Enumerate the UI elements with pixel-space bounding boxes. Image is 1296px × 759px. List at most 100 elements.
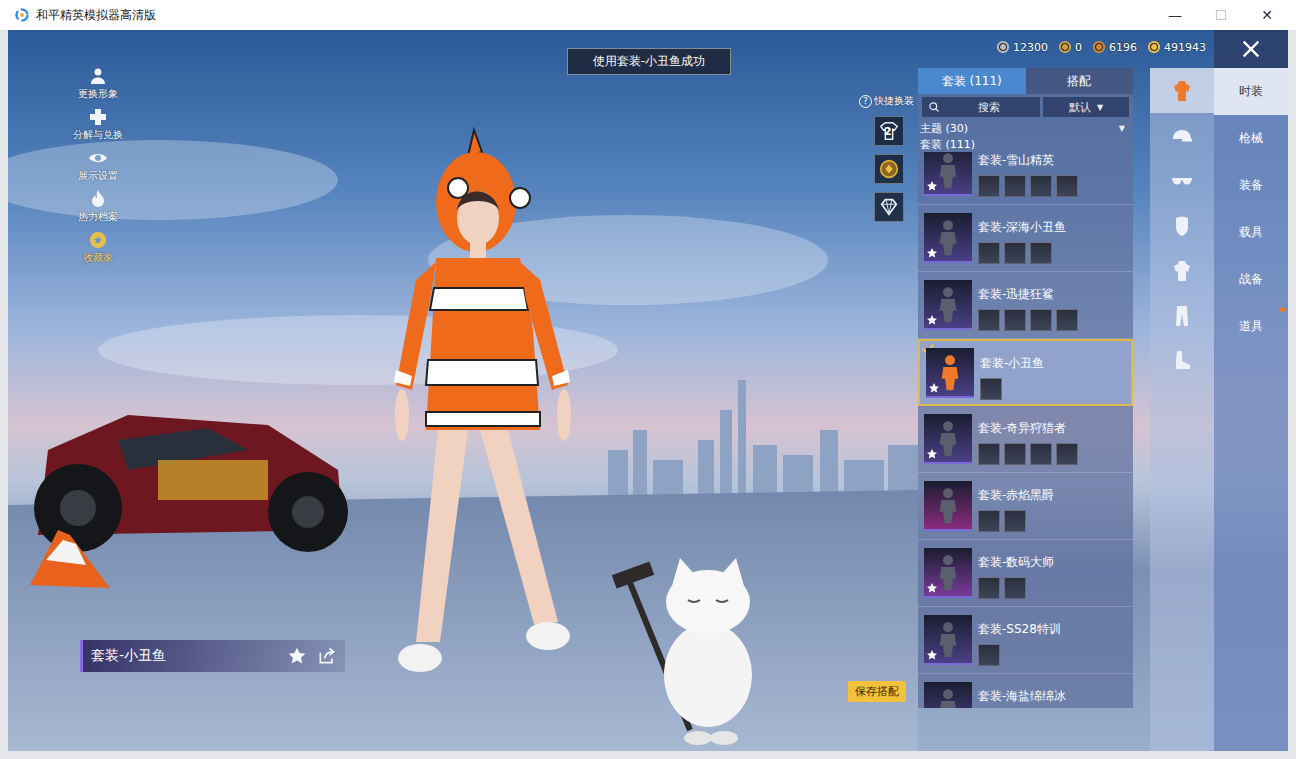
window-control-button[interactable]: ☐ (1200, 0, 1242, 30)
currency-bar: 1230006196491943 (996, 40, 1206, 54)
outfit-list-content: 套装-雪山精英套装-深海小丑鱼套装-迅捷狂鲨套装-小丑鱼套装-奇异狩猎者套装-赤… (918, 152, 1133, 708)
favorite-star-icon (928, 382, 940, 394)
piece-thumbnail (1030, 242, 1052, 264)
outfit-thumbnail (924, 682, 972, 708)
favorite-star-icon (926, 247, 938, 259)
side-menu: 更换形象分解与兑换展示设置热力档案收藏家 (64, 66, 132, 265)
help-badge[interactable]: ? (859, 95, 872, 108)
currency-item: 491943 (1147, 40, 1206, 54)
slot-number: 2 (884, 125, 892, 138)
side-menu-label: 分解与兑换 (73, 128, 123, 142)
outfit-name: 套装-迅捷狂鲨 (978, 286, 1129, 303)
figure-icon (928, 686, 968, 708)
coin-icon (996, 40, 1010, 54)
category-button[interactable] (1150, 113, 1214, 158)
star-icon[interactable] (287, 646, 307, 666)
outfit-row[interactable]: 套装-迅捷狂鲨 (918, 272, 1133, 339)
top-icon (1170, 259, 1194, 283)
quick-change-slot[interactable] (874, 154, 904, 184)
outfit-info: 套装-雪山精英 (978, 152, 1129, 197)
quick-change-header[interactable]: ?快捷换装 (859, 94, 914, 108)
outfit-pieces (978, 309, 1129, 331)
side-menu-item[interactable]: 分解与兑换 (73, 107, 123, 142)
category-button[interactable] (1150, 338, 1214, 383)
player-character (394, 130, 571, 672)
main-tab-label: 战备 (1239, 271, 1263, 288)
quick-change-slot[interactable] (874, 192, 904, 222)
panel-tab[interactable]: 套装 (111) (918, 68, 1026, 94)
piece-thumbnail (978, 510, 1000, 532)
coin-icon (1092, 40, 1106, 54)
outfit-row[interactable]: 套装-海盐绵绵冰 (918, 674, 1133, 708)
window-control-button[interactable]: — (1154, 0, 1196, 30)
figure-icon (928, 552, 968, 592)
success-toast: 使用套装-小丑鱼成功 (567, 48, 731, 75)
outfit-row[interactable]: 套装-深海小丑鱼 (918, 205, 1133, 272)
outfit-pieces (978, 175, 1129, 197)
currency-amount: 0 (1075, 41, 1082, 54)
outfit-info: 套装-小丑鱼 (980, 341, 1127, 400)
outfit-info: 套装-迅捷狂鲨 (978, 272, 1129, 331)
section-header: 套装 (111) (918, 136, 1133, 152)
figure-icon (928, 619, 968, 659)
coin-icon (1058, 40, 1072, 54)
main-tab[interactable]: 枪械 (1214, 115, 1288, 162)
favorite-star-icon (926, 180, 938, 192)
piece-thumbnail (978, 309, 1000, 331)
close-x-icon (1240, 38, 1262, 60)
category-button[interactable] (1150, 248, 1214, 293)
figure-icon (928, 217, 968, 257)
outfit-name: 套装-赤焰黑爵 (978, 487, 1129, 504)
outfit-name: 套装-雪山精英 (978, 152, 1129, 169)
category-button[interactable] (1150, 293, 1214, 338)
main-tab[interactable]: 道具 (1214, 303, 1288, 350)
close-button[interactable] (1214, 30, 1288, 68)
main-tab[interactable]: 载具 (1214, 209, 1288, 256)
outfit-row[interactable]: 套装-SS28特训 (918, 607, 1133, 674)
figure-icon (928, 418, 968, 458)
outfit-pieces (978, 443, 1129, 465)
emblem-icon (878, 158, 900, 180)
main-tab[interactable]: 装备 (1214, 162, 1288, 209)
outfit-pieces (978, 644, 1129, 666)
quick-change-slot[interactable]: 2 (874, 116, 904, 146)
main-tab-label: 装备 (1239, 177, 1263, 194)
category-button[interactable] (1150, 203, 1214, 248)
side-menu-item[interactable]: 收藏家 (83, 230, 113, 265)
piece-thumbnail (1004, 242, 1026, 264)
outfit-row[interactable]: 套装-赤焰黑爵 (918, 473, 1133, 540)
panel-tab[interactable]: 搭配 (1026, 68, 1134, 94)
outfit-name: 套装-深海小丑鱼 (978, 219, 1129, 236)
theme-filter-arrow: ▼ (1119, 124, 1125, 133)
mask-icon (1170, 214, 1194, 238)
theme-filter[interactable]: 主题 (30)▼ (918, 120, 1133, 136)
app-logo-icon (14, 7, 30, 23)
window-control-button[interactable]: ✕ (1246, 0, 1288, 30)
outfit-info: 套装-海盐绵绵冰 (978, 674, 1129, 708)
outfit-row[interactable]: 套装-小丑鱼 (918, 339, 1133, 406)
traffic-cone (30, 530, 110, 588)
race-car (34, 415, 348, 552)
outfit-thumbnail (924, 280, 972, 330)
outfit-row[interactable]: 套装-奇异狩猎者 (918, 406, 1133, 473)
side-menu-item[interactable]: 展示设置 (78, 148, 118, 183)
figure-icon (928, 485, 968, 525)
lobby-stage: 使用套装-小丑鱼成功更换形象分解与兑换展示设置热力档案收藏家?快捷换装2套装-小… (8, 30, 918, 751)
category-button[interactable] (1150, 68, 1214, 113)
side-menu-item[interactable]: 更换形象 (78, 66, 118, 101)
quick-change: ?快捷换装 2 (846, 94, 914, 222)
save-outfit-button[interactable]: 保存搭配 (848, 681, 906, 702)
side-menu-item[interactable]: 热力档案 (78, 189, 118, 224)
main-tab[interactable]: 时装 (1214, 68, 1288, 115)
share-icon[interactable] (317, 646, 337, 666)
piece-thumbnail (1030, 175, 1052, 197)
category-button[interactable] (1150, 158, 1214, 203)
outfit-row[interactable]: 套装-雪山精英 (918, 152, 1133, 205)
menu-icon (88, 230, 108, 250)
hat-icon (1170, 124, 1194, 148)
sort-dropdown[interactable]: 默认▼ (1043, 97, 1129, 117)
main-tab[interactable]: 战备 (1214, 256, 1288, 303)
search-field[interactable]: 搜索 (922, 97, 1040, 117)
outfit-row[interactable]: 套装-数码大师 (918, 540, 1133, 607)
outfit-thumbnail (926, 348, 974, 398)
